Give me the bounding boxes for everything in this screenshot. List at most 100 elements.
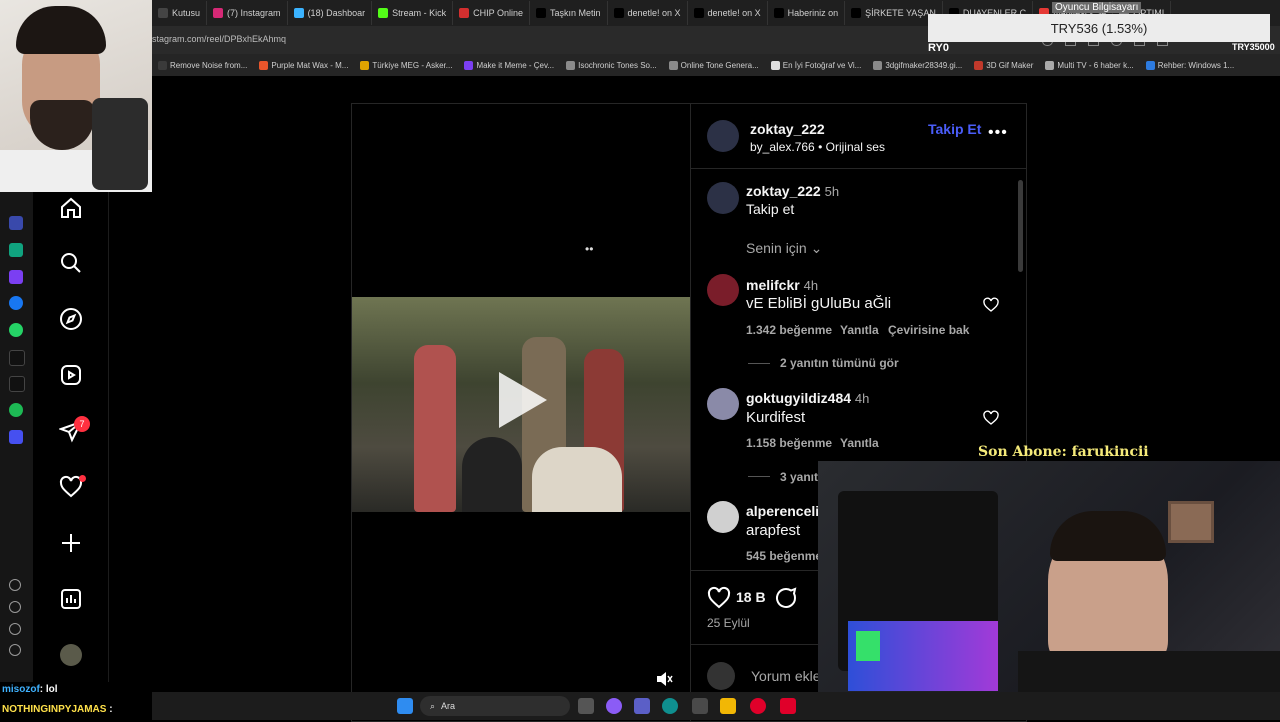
chat-user: misozof — [2, 684, 40, 695]
bookmark-label: Purple Mat Wax - M... — [271, 60, 349, 70]
favorites-icon[interactable] — [9, 579, 21, 591]
more-options-icon[interactable]: ••• — [988, 124, 1008, 142]
extension-play-icon[interactable] — [9, 430, 23, 444]
extension-cs-icon[interactable] — [9, 270, 23, 284]
view-replies-button[interactable]: 2 yanıtın tümünü gör — [780, 356, 899, 370]
bookmark-item[interactable]: 3dgifmaker28349.gi... — [867, 60, 968, 70]
comment-username[interactable]: melifckr — [746, 277, 800, 293]
bookmark-item[interactable]: Online Tone Genera... — [663, 60, 765, 70]
settings-icon[interactable] — [9, 623, 21, 635]
profile-avatar[interactable] — [60, 644, 82, 666]
author-username[interactable]: zoktay_222 — [750, 121, 825, 137]
reply-button[interactable]: Yanıtla — [840, 323, 879, 337]
home-icon[interactable] — [59, 196, 83, 220]
comment-avatar[interactable] — [707, 388, 739, 420]
edge-icon[interactable] — [662, 698, 678, 714]
comment-text: vE EbliBİ gUluBu aĞli — [746, 295, 892, 312]
mute-icon[interactable] — [655, 670, 673, 688]
reel-video-area[interactable]: •• — [351, 103, 691, 722]
comment-likes[interactable]: 545 beğenme — [746, 549, 822, 563]
reply-button[interactable]: Yanıtla — [840, 436, 879, 450]
taskbar-search[interactable]: ⌕ Ara — [420, 696, 570, 716]
follow-button[interactable]: Takip Et — [928, 121, 981, 137]
comments-scrollbar[interactable] — [1018, 180, 1023, 272]
browser-tab[interactable]: (7) Instagram — [207, 1, 288, 25]
ticker-left: RY0 — [928, 42, 949, 54]
file-explorer-icon[interactable] — [720, 698, 736, 714]
tab-label: Taşkın Metin — [549, 8, 601, 18]
audio-user[interactable]: by_alex.766 — [750, 140, 815, 154]
browser-tab[interactable]: denetle! on X — [608, 1, 688, 25]
messenger-icon[interactable] — [9, 296, 23, 310]
lightbulb-icon[interactable] — [9, 644, 21, 656]
browser-tab[interactable]: CHIP Online — [453, 1, 530, 25]
comment-likes[interactable]: 1.158 beğenme — [746, 436, 832, 450]
streamer-webcam — [0, 0, 152, 192]
bookmark-item[interactable]: 3D Gif Maker — [968, 60, 1039, 70]
tab-label: Haberiniz on — [787, 8, 839, 18]
comment-icon[interactable] — [774, 586, 798, 610]
task-view-icon[interactable] — [578, 698, 594, 714]
tiktok-icon[interactable] — [9, 350, 25, 366]
comment-header: goktugyildiz484 4h — [746, 390, 869, 406]
tab-label: denetle! on X — [627, 8, 681, 18]
copilot-icon[interactable] — [606, 698, 622, 714]
add-comment-input[interactable]: Yorum ekle — [751, 668, 821, 684]
comment-like-icon[interactable] — [983, 297, 999, 313]
bookmark-item[interactable]: Remove Noise from... — [152, 60, 253, 70]
audio-label[interactable]: Orijinal ses — [826, 140, 885, 154]
dashboard-icon[interactable] — [59, 587, 83, 611]
reels-icon[interactable] — [59, 363, 83, 387]
like-icon[interactable] — [707, 586, 731, 610]
author-avatar[interactable] — [707, 120, 739, 152]
store-icon[interactable] — [692, 698, 708, 714]
bookmark-item[interactable]: Isochronic Tones So... — [560, 60, 663, 70]
caption-username[interactable]: zoktay_222 5h — [746, 183, 839, 199]
browser-tab[interactable]: Taşkın Metin — [530, 1, 608, 25]
search-icon[interactable] — [59, 251, 83, 275]
x-icon[interactable] — [9, 376, 25, 392]
comment-username[interactable]: alperencelil — [746, 503, 823, 519]
extension-a-icon[interactable] — [9, 216, 23, 230]
comment-avatar[interactable] — [707, 274, 739, 306]
emoji-icon[interactable] — [707, 662, 735, 690]
history-icon[interactable] — [9, 601, 21, 613]
comment-like-icon[interactable] — [983, 410, 999, 426]
bookmark-icon — [770, 60, 780, 70]
opera-icon[interactable] — [750, 698, 766, 714]
browser-tab[interactable]: Kutusu — [152, 1, 208, 25]
spotify-icon[interactable] — [9, 403, 23, 417]
browser-tab[interactable]: (18) Dashboar — [288, 1, 373, 25]
cam-green-object — [856, 631, 880, 661]
browser-tab[interactable]: denetle! on X — [688, 1, 768, 25]
for-you-label[interactable]: Senin için — [746, 240, 807, 256]
caption-avatar[interactable] — [707, 182, 739, 214]
comment-likes[interactable]: 1.342 beğenme — [746, 323, 832, 337]
windows-start-icon[interactable] — [397, 698, 413, 714]
comment-time: 4h — [854, 391, 870, 406]
audio-info[interactable]: by_alex.766 • Orijinal ses — [750, 140, 885, 154]
bookmark-item[interactable]: Multi TV - 6 haber k... — [1039, 60, 1139, 70]
like-count[interactable]: 18 B — [736, 589, 766, 605]
create-plus-icon[interactable] — [59, 531, 83, 555]
play-icon[interactable] — [499, 372, 547, 428]
comment-username[interactable]: goktugyildiz484 — [746, 390, 851, 406]
bookmark-item[interactable]: Rehber: Windows 1... — [1140, 60, 1240, 70]
caption-user[interactable]: zoktay_222 — [746, 183, 821, 199]
bookmark-item[interactable]: Make it Meme - Çev... — [458, 60, 560, 70]
view-replies-button[interactable]: 3 yanıt — [780, 470, 818, 484]
url-text[interactable]: stagram.com/reel/DPBxhEkAhmq — [152, 34, 286, 44]
explore-icon[interactable] — [59, 307, 83, 331]
bookmark-item[interactable]: Purple Mat Wax - M... — [253, 60, 354, 70]
bookmark-item[interactable]: Türkiye MEG - Asker... — [354, 60, 458, 70]
bookmark-item[interactable]: En İyi Fotoğraf ve Vi... — [765, 60, 868, 70]
comment-avatar[interactable] — [707, 501, 739, 533]
browser-tab[interactable]: Haberiniz on — [768, 1, 846, 25]
whatsapp-icon[interactable] — [9, 323, 23, 337]
translate-button[interactable]: Çevirisine bak — [888, 323, 969, 337]
app-w-icon[interactable] — [780, 698, 796, 714]
chatgpt-icon[interactable] — [9, 243, 23, 257]
browser-tab[interactable]: Stream - Kick — [372, 1, 454, 25]
teams-icon[interactable] — [634, 698, 650, 714]
for-you-dropdown[interactable]: Senin için ⌄ — [746, 240, 822, 257]
